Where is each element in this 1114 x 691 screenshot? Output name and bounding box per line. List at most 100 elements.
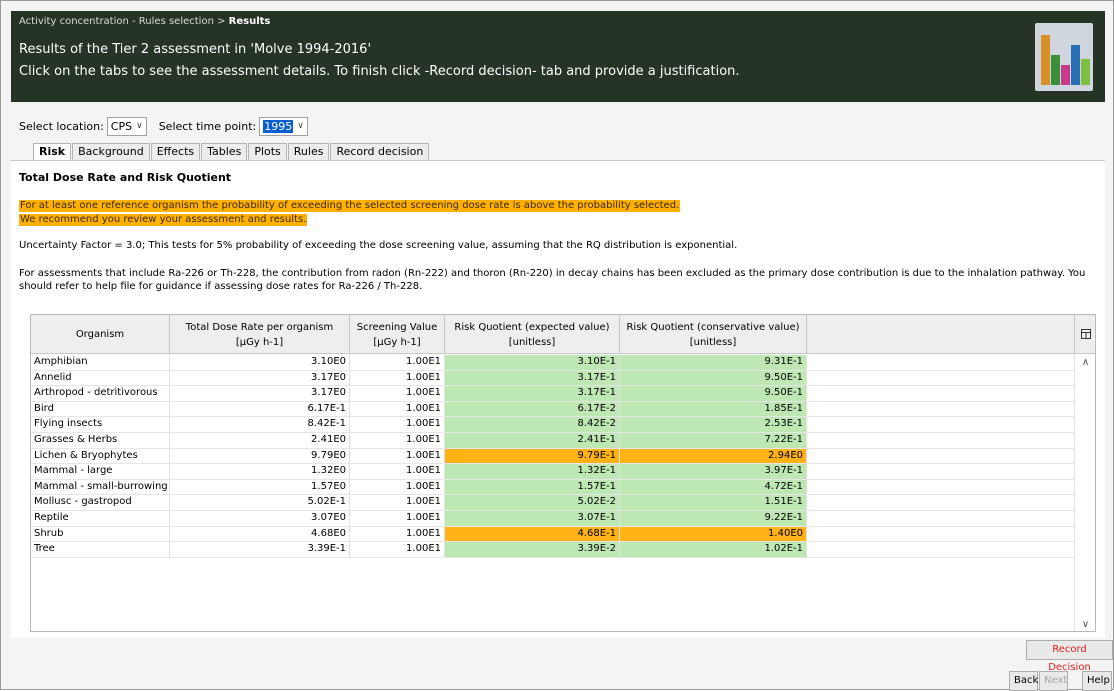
cell-dose-rate: 4.68E0 <box>170 526 350 542</box>
table-row[interactable]: Tree 3.39E-1 1.00E1 3.39E-2 1.02E-1 <box>31 542 1075 558</box>
cell-dose-rate: 1.32E0 <box>170 464 350 479</box>
cell-rq-conservative: 1.40E0 <box>620 526 807 542</box>
chevron-down-icon: ∨ <box>136 121 143 131</box>
scroll-up-icon[interactable]: ∧ <box>1075 357 1095 368</box>
cell-rq-conservative: 9.31E-1 <box>620 355 807 370</box>
time-point-label: Select time point: <box>158 119 257 133</box>
cell-rq-conservative: 9.22E-1 <box>620 510 807 526</box>
breadcrumb-prefix: Activity concentration - Rules selection… <box>19 16 226 27</box>
tab-tables[interactable]: Tables <box>201 143 248 160</box>
help-button[interactable]: Help <box>1082 671 1112 691</box>
cell-dose-rate: 8.42E-1 <box>170 417 350 432</box>
table-row[interactable]: Grasses & Herbs 2.41E0 1.00E1 2.41E-1 7.22E-… <box>31 432 1075 449</box>
table-row[interactable]: Flying insects 8.42E-1 1.00E1 8.42E-2 2.53E-… <box>31 417 1075 433</box>
cell-rq-expected: 3.39E-2 <box>445 542 620 557</box>
cell-rq-expected: 4.68E-1 <box>445 526 620 542</box>
results-table: Organism Total Dose Rate per organism [µ… <box>30 314 1096 632</box>
cell-organism: Mammal - small-burrowing <box>31 479 170 495</box>
logo-bar <box>1051 55 1060 85</box>
table-row[interactable]: Lichen & Bryophytes 9.79E0 1.00E1 9.79E-1 2.… <box>31 448 1075 465</box>
cell-dose-rate: 9.79E0 <box>170 448 350 464</box>
tab-risk[interactable]: Risk <box>33 143 72 160</box>
table-row[interactable]: Annelid 3.17E0 1.00E1 3.17E-1 9.50E-1 <box>31 370 1075 387</box>
cell-organism: Annelid <box>31 370 170 386</box>
breadcrumb: Activity concentration - Rules selection… <box>19 16 270 27</box>
cell-dose-rate: 3.17E0 <box>170 370 350 386</box>
cell-organism: Flying insects <box>31 417 170 432</box>
cell-screening-value: 1.00E1 <box>350 370 445 386</box>
cell-rq-conservative: 9.50E-1 <box>620 370 807 386</box>
cell-screening-value: 1.00E1 <box>350 495 445 510</box>
breadcrumb-current: Results <box>228 16 271 27</box>
column-header-organism[interactable]: Organism <box>31 315 170 354</box>
header-filler <box>807 315 1075 354</box>
cell-organism: Bird <box>31 401 170 417</box>
cell-organism: Grasses & Herbs <box>31 432 170 448</box>
record-decision-button[interactable]: Record Decision <box>1026 640 1113 673</box>
location-select[interactable]: CPS ∨ <box>106 116 147 136</box>
tab-rules[interactable]: Rules <box>287 143 330 160</box>
cell-screening-value: 1.00E1 <box>350 526 445 542</box>
time-point-select[interactable]: 1995 ∨ <box>259 116 308 136</box>
cell-screening-value: 1.00E1 <box>350 510 445 526</box>
cell-organism: Shrub <box>31 526 170 542</box>
header-line: Risk Quotient (expected value) <box>454 321 610 333</box>
location-value: CPS <box>110 119 133 133</box>
cell-screening-value: 1.00E1 <box>350 417 445 432</box>
cell-screening-value: 1.00E1 <box>350 355 445 370</box>
app-window: Activity concentration - Rules selection… <box>0 0 1114 691</box>
tab-plots[interactable]: Plots <box>248 143 287 160</box>
table-row[interactable]: Mollusc - gastropod 5.02E-1 1.00E1 5.02E-2 1… <box>31 495 1075 511</box>
cell-screening-value: 1.00E1 <box>350 448 445 464</box>
table-scrollbar[interactable]: ∧ ∨ <box>1074 355 1095 631</box>
cell-rq-conservative: 3.97E-1 <box>620 464 807 479</box>
tab-effects[interactable]: Effects <box>150 143 201 160</box>
next-button[interactable]: Next <box>1039 671 1068 691</box>
table-row[interactable]: Mammal - small-burrowing 1.57E0 1.00E1 1.57… <box>31 479 1075 496</box>
header-unit: [unitless] <box>508 336 556 348</box>
table-row[interactable]: Mammal - large 1.32E0 1.00E1 1.32E-1 3.97E-1 <box>31 464 1075 480</box>
cell-screening-value: 1.00E1 <box>350 542 445 557</box>
cell-dose-rate: 1.57E0 <box>170 479 350 495</box>
back-button[interactable]: Back <box>1009 671 1038 691</box>
table-row[interactable]: Amphibian 3.10E0 1.00E1 3.10E-1 9.31E-1 <box>31 355 1075 371</box>
page-title: Results of the Tier 2 assessment in 'Mol… <box>19 42 372 57</box>
table-header: Organism Total Dose Rate per organism [µ… <box>31 315 1095 354</box>
table-row[interactable]: Arthropod - detritivorous 3.17E0 1.00E1 3.1… <box>31 386 1075 402</box>
cell-rq-expected: 8.42E-2 <box>445 417 620 432</box>
table-row[interactable]: Bird 6.17E-1 1.00E1 6.17E-2 1.85E-1 <box>31 401 1075 418</box>
cell-rq-expected: 6.17E-2 <box>445 401 620 417</box>
cell-rq-expected: 5.02E-2 <box>445 495 620 510</box>
cell-rq-conservative: 1.85E-1 <box>620 401 807 417</box>
selection-controls: Select location: CPS ∨ Select time point… <box>19 116 320 136</box>
column-header-rq-conservative[interactable]: Risk Quotient (conservative value) [unit… <box>620 315 807 354</box>
header-line: Screening Value <box>356 321 438 333</box>
header-line: Total Dose Rate per organism <box>185 321 334 333</box>
cell-dose-rate: 5.02E-1 <box>170 495 350 510</box>
column-header-rq-expected[interactable]: Risk Quotient (expected value) [unitless… <box>445 315 620 354</box>
header-unit: [µGy h-1] <box>373 336 421 348</box>
header-unit: [µGy h-1] <box>235 336 284 348</box>
warning-line-2: We recommend you review your assessment … <box>19 214 308 226</box>
cell-dose-rate: 3.39E-1 <box>170 542 350 557</box>
column-chooser-icon[interactable] <box>1075 315 1095 353</box>
table-row[interactable]: Shrub 4.68E0 1.00E1 4.68E-1 1.40E0 <box>31 526 1075 543</box>
cell-organism: Arthropod - detritivorous <box>31 386 170 401</box>
column-header-dose-rate[interactable]: Total Dose Rate per organism [µGy h-1] <box>170 315 350 354</box>
cell-organism: Mammal - large <box>31 464 170 479</box>
cell-organism: Reptile <box>31 510 170 526</box>
table-row[interactable]: Reptile 3.07E0 1.00E1 3.07E-1 9.22E-1 <box>31 510 1075 527</box>
cell-dose-rate: 2.41E0 <box>170 432 350 448</box>
cell-dose-rate: 6.17E-1 <box>170 401 350 417</box>
cell-rq-expected: 2.41E-1 <box>445 432 620 448</box>
scroll-down-icon[interactable]: ∨ <box>1075 619 1095 630</box>
logo-bar <box>1071 45 1080 85</box>
cell-screening-value: 1.00E1 <box>350 401 445 417</box>
column-header-screening[interactable]: Screening Value [µGy h-1] <box>350 315 445 354</box>
cell-rq-expected: 3.07E-1 <box>445 510 620 526</box>
tab-record-decision[interactable]: Record decision <box>330 143 430 160</box>
header-line: Risk Quotient (conservative value) <box>626 321 800 333</box>
cell-organism: Lichen & Bryophytes <box>31 448 170 464</box>
cell-screening-value: 1.00E1 <box>350 386 445 401</box>
tab-background[interactable]: Background <box>72 143 150 160</box>
